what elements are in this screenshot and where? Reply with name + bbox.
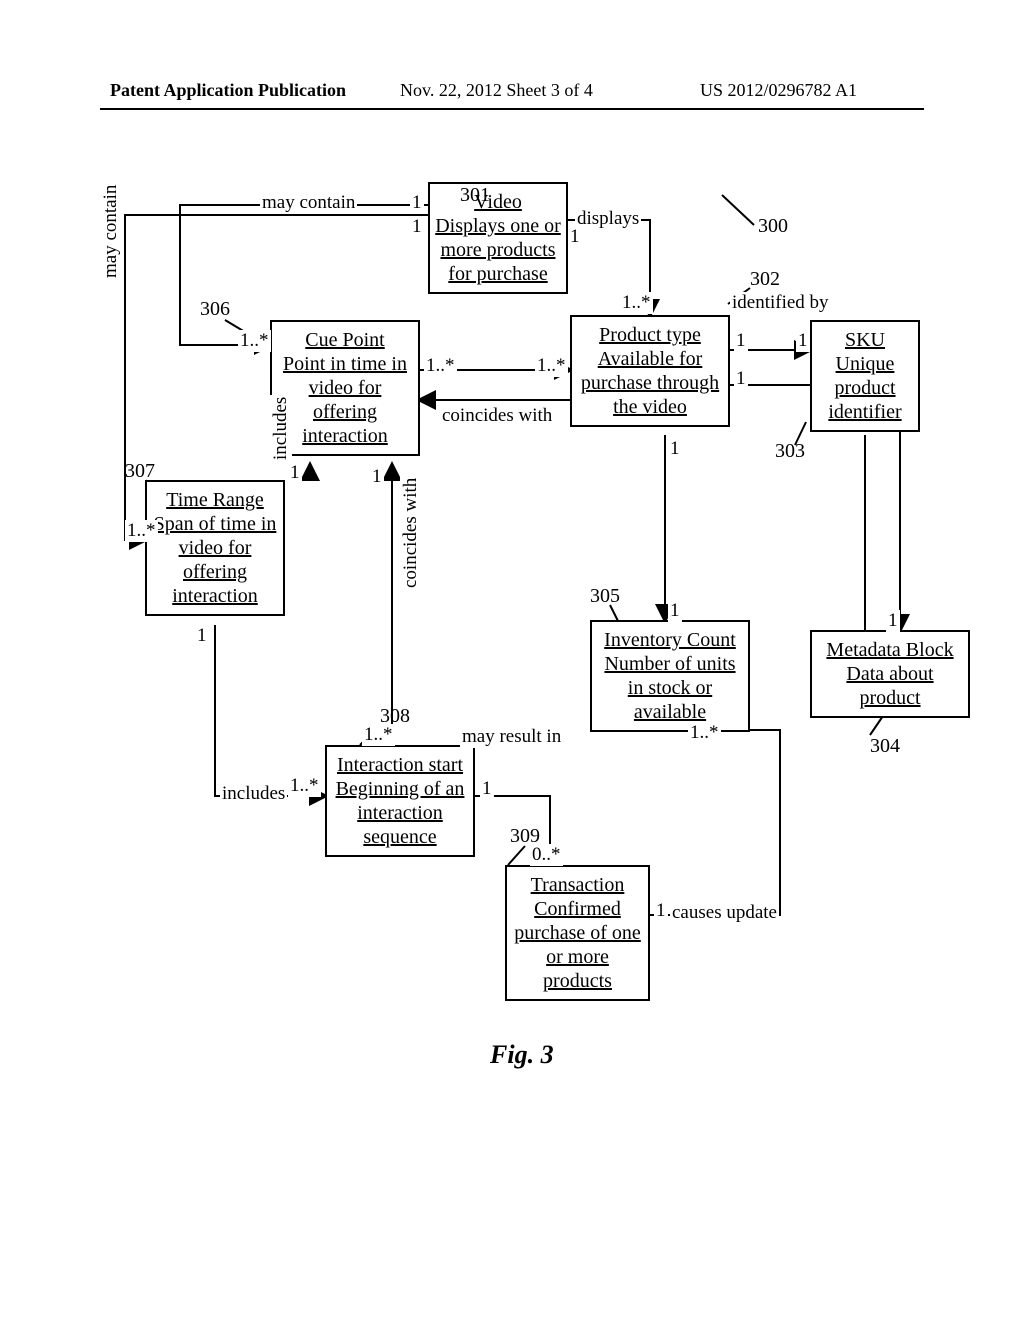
lbl-coincides-with-2: coincides with: [400, 476, 422, 590]
box-txn-title: Transaction: [511, 873, 644, 897]
header-right: US 2012/0296782 A1: [700, 80, 857, 101]
ref-300: 300: [758, 215, 788, 238]
box-is-body: Beginning of an interaction sequence: [331, 777, 469, 849]
box-sku: SKU Unique product identifier: [810, 320, 920, 432]
lbl-may-contain-1: may contain: [260, 192, 357, 214]
m-video-prod-2: 1..*: [620, 292, 653, 314]
m-prod-sku-1: 1: [734, 330, 748, 352]
m-prod-meta-2: 1: [886, 610, 900, 632]
m-prod-inv-2: 1: [668, 600, 682, 622]
ref-306: 306: [200, 298, 230, 321]
box-meta-title: Metadata Block: [816, 638, 964, 662]
box-txn-body: Confirmed purchase of one or more produc…: [511, 897, 644, 993]
ref-304: 304: [870, 735, 900, 758]
m-prod-inv-1: 1: [668, 438, 682, 460]
box-tr-body: Span of time in video for offering inter…: [151, 512, 279, 608]
m-prod-meta-1: 1: [734, 368, 748, 390]
lbl-coincides-with-1: coincides with: [440, 405, 554, 427]
m-is-txn-1: 1: [480, 778, 494, 800]
header-left: Patent Application Publication: [110, 80, 346, 101]
box-inv-body: Number of units in stock or available: [596, 652, 744, 724]
box-time-range: Time Range Span of time in video for off…: [145, 480, 285, 616]
diagram-canvas: Video Displays one or more products for …: [110, 170, 914, 1220]
lbl-includes-1: includes: [270, 395, 292, 462]
m-tr-is-2: 1..*: [288, 775, 321, 797]
m-cue-prod-2: 1..*: [535, 355, 568, 377]
box-interaction-start: Interaction start Beginning of an intera…: [325, 745, 475, 857]
ref-302: 302: [750, 268, 780, 291]
lbl-may-contain-2: may contain: [100, 183, 122, 280]
m-video-tr-2: 1..*: [125, 520, 158, 542]
lbl-causes-update: causes update: [670, 902, 779, 924]
m-tr-cue-1: 1: [288, 462, 302, 484]
ref-305: 305: [590, 585, 620, 608]
ref-307: 307: [125, 460, 155, 483]
box-cue-body: Point in time in video for offering inte…: [276, 352, 414, 448]
m-video-cue-1: 1: [410, 192, 424, 214]
m-txn-inv-2: 1..*: [688, 722, 721, 744]
figure-label: Fig. 3: [490, 1040, 554, 1070]
box-is-title: Interaction start: [331, 753, 469, 777]
box-sku-title: SKU: [816, 328, 914, 352]
box-video: Video Displays one or more products for …: [428, 182, 568, 294]
ref-303: 303: [775, 440, 805, 463]
box-sku-body: Unique product identifier: [816, 352, 914, 424]
ref-309: 309: [510, 825, 540, 848]
box-product-type: Product type Available for purchase thro…: [570, 315, 730, 427]
lbl-identified-by: identified by: [730, 292, 831, 314]
ref-301: 301: [460, 184, 490, 207]
box-cue-point: Cue Point Point in time in video for off…: [270, 320, 420, 456]
ref-308: 308: [380, 705, 410, 728]
header-middle: Nov. 22, 2012 Sheet 3 of 4: [400, 80, 593, 101]
box-video-body: Displays one or more products for purcha…: [434, 214, 562, 286]
box-product-body: Available for purchase through the video: [576, 347, 724, 419]
box-video-title: Video: [434, 190, 562, 214]
m-cue-prod-1: 1..*: [424, 355, 457, 377]
m-txn-inv-1: 1: [654, 900, 668, 922]
box-inv-title: Inventory Count: [596, 628, 744, 652]
m-video-cue-2: 1..*: [238, 330, 271, 352]
lbl-may-result-in: may result in: [460, 726, 563, 748]
box-meta-body: Data about product: [816, 662, 964, 710]
lbl-includes-2: includes: [220, 783, 287, 805]
lbl-displays: displays: [575, 208, 641, 230]
box-product-title: Product type: [576, 323, 724, 347]
m-video-prod-1: 1: [568, 226, 582, 248]
box-tr-title: Time Range: [151, 488, 279, 512]
m-video-tr-1: 1: [410, 216, 424, 238]
m-is-cue-2: 1: [370, 466, 384, 488]
box-inventory-count: Inventory Count Number of units in stock…: [590, 620, 750, 732]
header-rule: [100, 108, 924, 110]
box-transaction: Transaction Confirmed purchase of one or…: [505, 865, 650, 1001]
m-prod-sku-2: 1: [796, 330, 810, 352]
m-tr-is-1: 1: [195, 625, 209, 647]
box-metadata-block: Metadata Block Data about product: [810, 630, 970, 718]
box-cue-title: Cue Point: [276, 328, 414, 352]
